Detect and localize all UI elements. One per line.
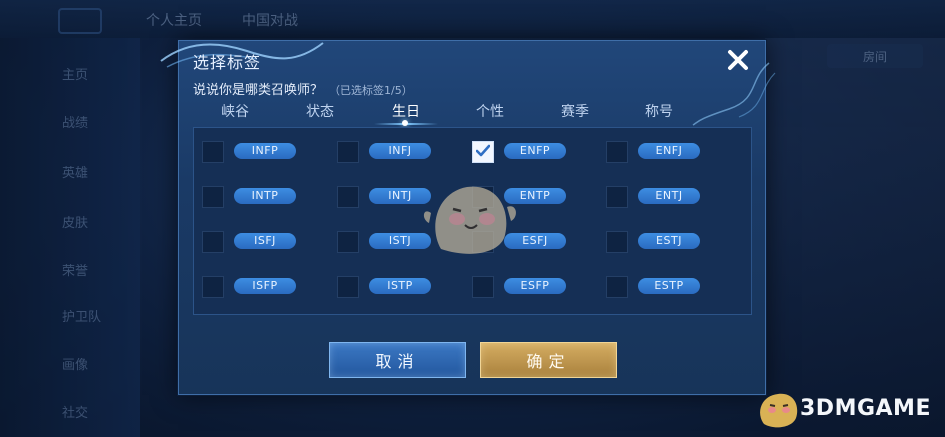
tag-checkbox[interactable]	[606, 231, 628, 253]
tab-label: 赛季	[561, 104, 589, 120]
background-side-item: 英雄	[62, 166, 89, 181]
close-icon	[728, 50, 748, 70]
tag-pill[interactable]: ESTP	[638, 278, 700, 294]
background-logo	[58, 8, 102, 34]
tag-pill[interactable]: ESFJ	[504, 233, 566, 249]
tag-pill[interactable]: ESFP	[504, 278, 566, 294]
background-right-panel: 房间	[765, 38, 945, 437]
tag-checkbox[interactable]	[337, 276, 359, 298]
tag-pill[interactable]: ISTJ	[369, 233, 431, 249]
tag-pill[interactable]: ISFJ	[234, 233, 296, 249]
background-side-item: 画像	[62, 358, 89, 373]
tag-checkbox[interactable]	[472, 276, 494, 298]
background-side-item: 战绩	[62, 116, 89, 131]
checkmark-icon	[476, 144, 490, 157]
tab-shengri[interactable]: 生日	[371, 101, 441, 126]
tag-checkbox-checked[interactable]	[472, 141, 494, 163]
background-side-item: 主页	[62, 68, 89, 83]
background-tab-battle: 中国对战	[242, 13, 298, 29]
tab-xiagu[interactable]: 峡谷	[200, 101, 270, 121]
dialog-title: 选择标签	[193, 53, 262, 72]
tag-checkbox[interactable]	[606, 141, 628, 163]
mascot-logo-icon	[760, 393, 798, 428]
tag-checkbox[interactable]	[202, 141, 224, 163]
tag-pill[interactable]: ENTP	[504, 188, 566, 204]
tag-pill[interactable]: ISTP	[369, 278, 431, 294]
tag-pill[interactable]: INTP	[234, 188, 296, 204]
tag-checkbox[interactable]	[202, 186, 224, 208]
active-tab-dot	[402, 120, 408, 126]
background-sidebar: 主页 战绩 英雄 皮肤 荣誉 护卫队 画像 社交	[0, 38, 140, 437]
background-room-label: 房间	[827, 44, 923, 68]
background-side-item: 荣誉	[62, 264, 89, 279]
tag-checkbox[interactable]	[472, 186, 494, 208]
background-side-item: 皮肤	[62, 216, 89, 231]
tag-pill[interactable]: ISFP	[234, 278, 296, 294]
tag-checkbox[interactable]	[606, 186, 628, 208]
select-tag-dialog: 选择标签 说说你是哪类召唤师？ （已选标签1/5） 峡谷 状态 生日 个性 赛季 …	[160, 40, 776, 395]
confirm-button[interactable]: 确定	[480, 342, 617, 378]
subtitle-text: 说说你是哪类召唤师？	[193, 83, 324, 98]
background-side-item: 社交	[62, 406, 89, 421]
tab-saiji[interactable]: 赛季	[540, 101, 610, 121]
tag-pill[interactable]: ESTJ	[638, 233, 700, 249]
tag-checkbox[interactable]	[606, 276, 628, 298]
tag-checkbox[interactable]	[202, 231, 224, 253]
tab-label: 状态	[306, 104, 334, 120]
tag-checkbox[interactable]	[337, 231, 359, 253]
background-side-item: 护卫队	[62, 310, 102, 325]
tab-label: 峡谷	[221, 104, 249, 120]
tab-chenghao[interactable]: 称号	[624, 101, 694, 121]
tag-checkbox[interactable]	[337, 141, 359, 163]
tag-pill[interactable]: INFP	[234, 143, 296, 159]
tab-label: 个性	[476, 104, 504, 120]
tab-label: 生日	[392, 104, 420, 120]
tag-pill[interactable]: ENFJ	[638, 143, 700, 159]
dialog-subtitle: 说说你是哪类召唤师？ （已选标签1/5）	[193, 79, 413, 98]
tag-checkbox[interactable]	[202, 276, 224, 298]
tag-checkbox[interactable]	[337, 186, 359, 208]
tag-pill[interactable]: INFJ	[369, 143, 431, 159]
background-top-bar	[0, 0, 945, 38]
tab-gexing[interactable]: 个性	[455, 101, 525, 121]
cancel-button[interactable]: 取消	[329, 342, 466, 378]
tab-label: 称号	[645, 104, 673, 120]
tag-grid-panel: INFP INFJ ENFP ENFJ INTP INTJ ENTP ENTJ …	[193, 127, 752, 315]
watermark-text: 3DMGAME	[800, 396, 931, 421]
site-watermark: 3DMGAME	[756, 386, 941, 432]
tag-checkbox[interactable]	[472, 231, 494, 253]
background-tab-home: 个人主页	[146, 13, 202, 29]
tag-category-tabs: 峡谷 状态 生日 个性 赛季 称号	[193, 99, 749, 127]
tag-pill[interactable]: ENFP	[504, 143, 566, 159]
tag-pill[interactable]: ENTJ	[638, 188, 700, 204]
tab-zhuangtai[interactable]: 状态	[285, 101, 355, 121]
selected-count: （已选标签1/5）	[329, 84, 413, 97]
tag-pill[interactable]: INTJ	[369, 188, 431, 204]
close-button[interactable]	[723, 45, 753, 75]
